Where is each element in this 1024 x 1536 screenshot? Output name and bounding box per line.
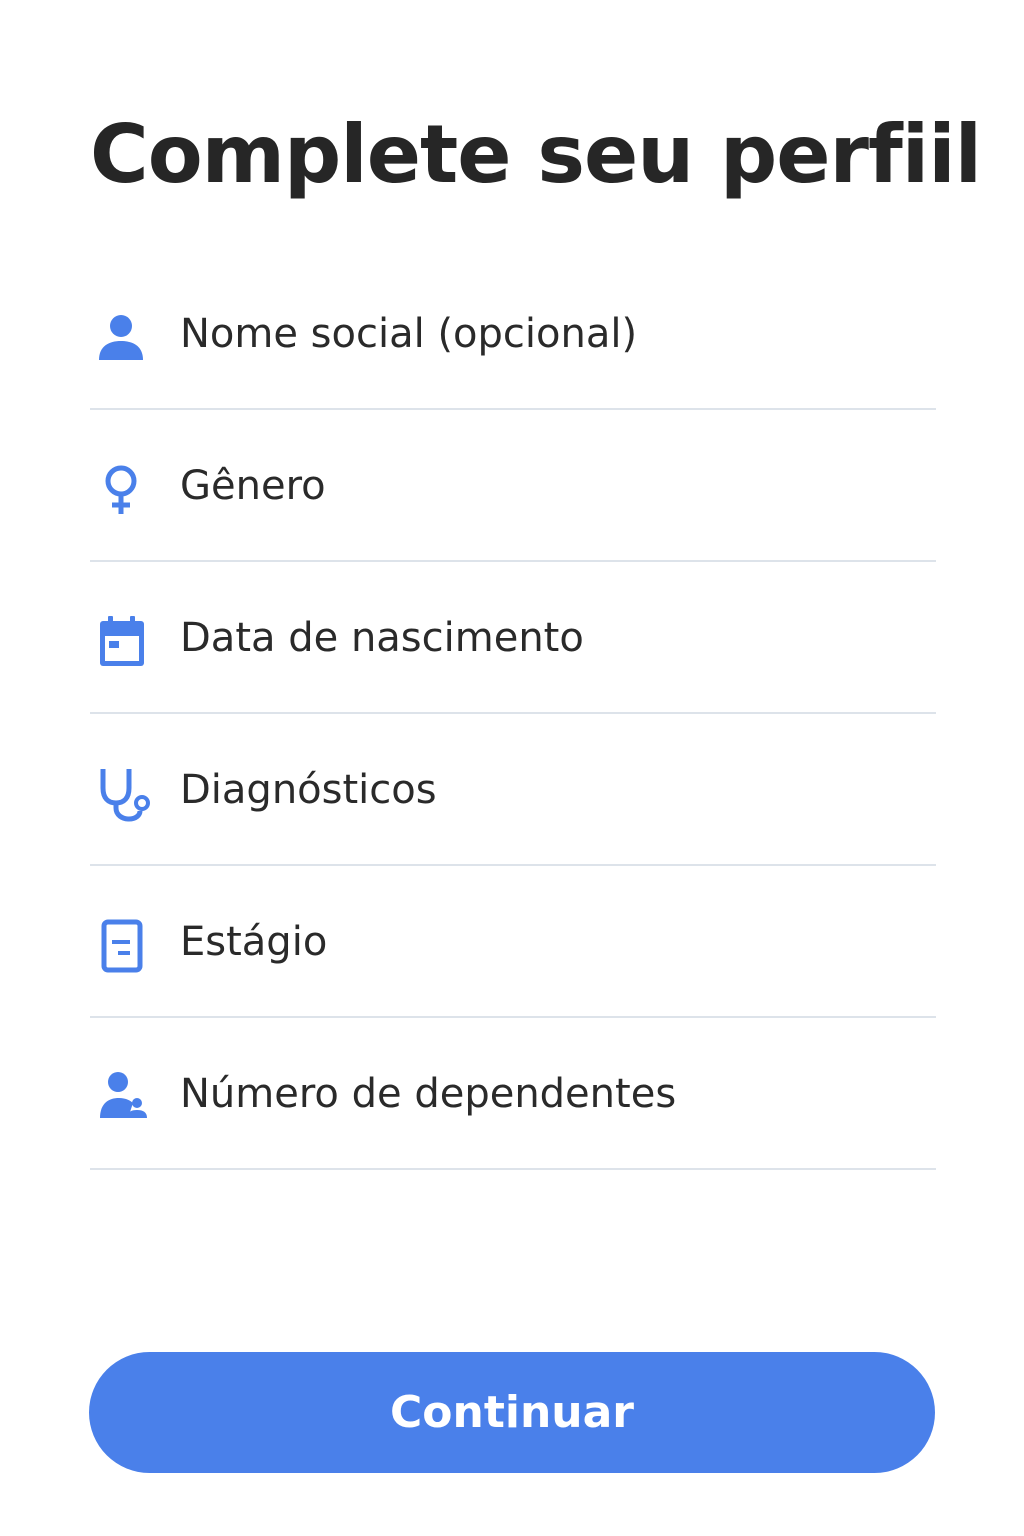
- calendar-icon: [100, 616, 144, 666]
- dependents-label: Número de dependentes: [180, 1071, 677, 1117]
- social-name-field[interactable]: Nome social (opcional): [90, 258, 936, 410]
- gender-field[interactable]: Gênero: [90, 410, 936, 562]
- stethoscope-icon: [100, 769, 150, 822]
- person-with-dependent-icon: [100, 1072, 147, 1118]
- birth-date-label: Data de nascimento: [180, 615, 584, 661]
- person-icon: [99, 315, 143, 360]
- continue-button[interactable]: Continuar: [89, 1352, 935, 1473]
- dependents-field[interactable]: Número de dependentes: [90, 1018, 936, 1170]
- birth-date-field[interactable]: Data de nascimento: [90, 562, 936, 714]
- diagnoses-label: Diagnósticos: [180, 767, 437, 813]
- document-icon: [101, 919, 143, 973]
- gender-label: Gênero: [180, 463, 326, 509]
- profile-form: Nome social (opcional) Gênero Data de na…: [90, 258, 936, 1170]
- social-name-label: Nome social (opcional): [180, 311, 638, 357]
- female-symbol-icon: [105, 465, 137, 514]
- stage-field[interactable]: Estágio: [90, 866, 936, 1018]
- page-title: Complete seu perfiil: [90, 108, 982, 201]
- stage-label: Estágio: [180, 919, 328, 965]
- diagnoses-field[interactable]: Diagnósticos: [90, 714, 936, 866]
